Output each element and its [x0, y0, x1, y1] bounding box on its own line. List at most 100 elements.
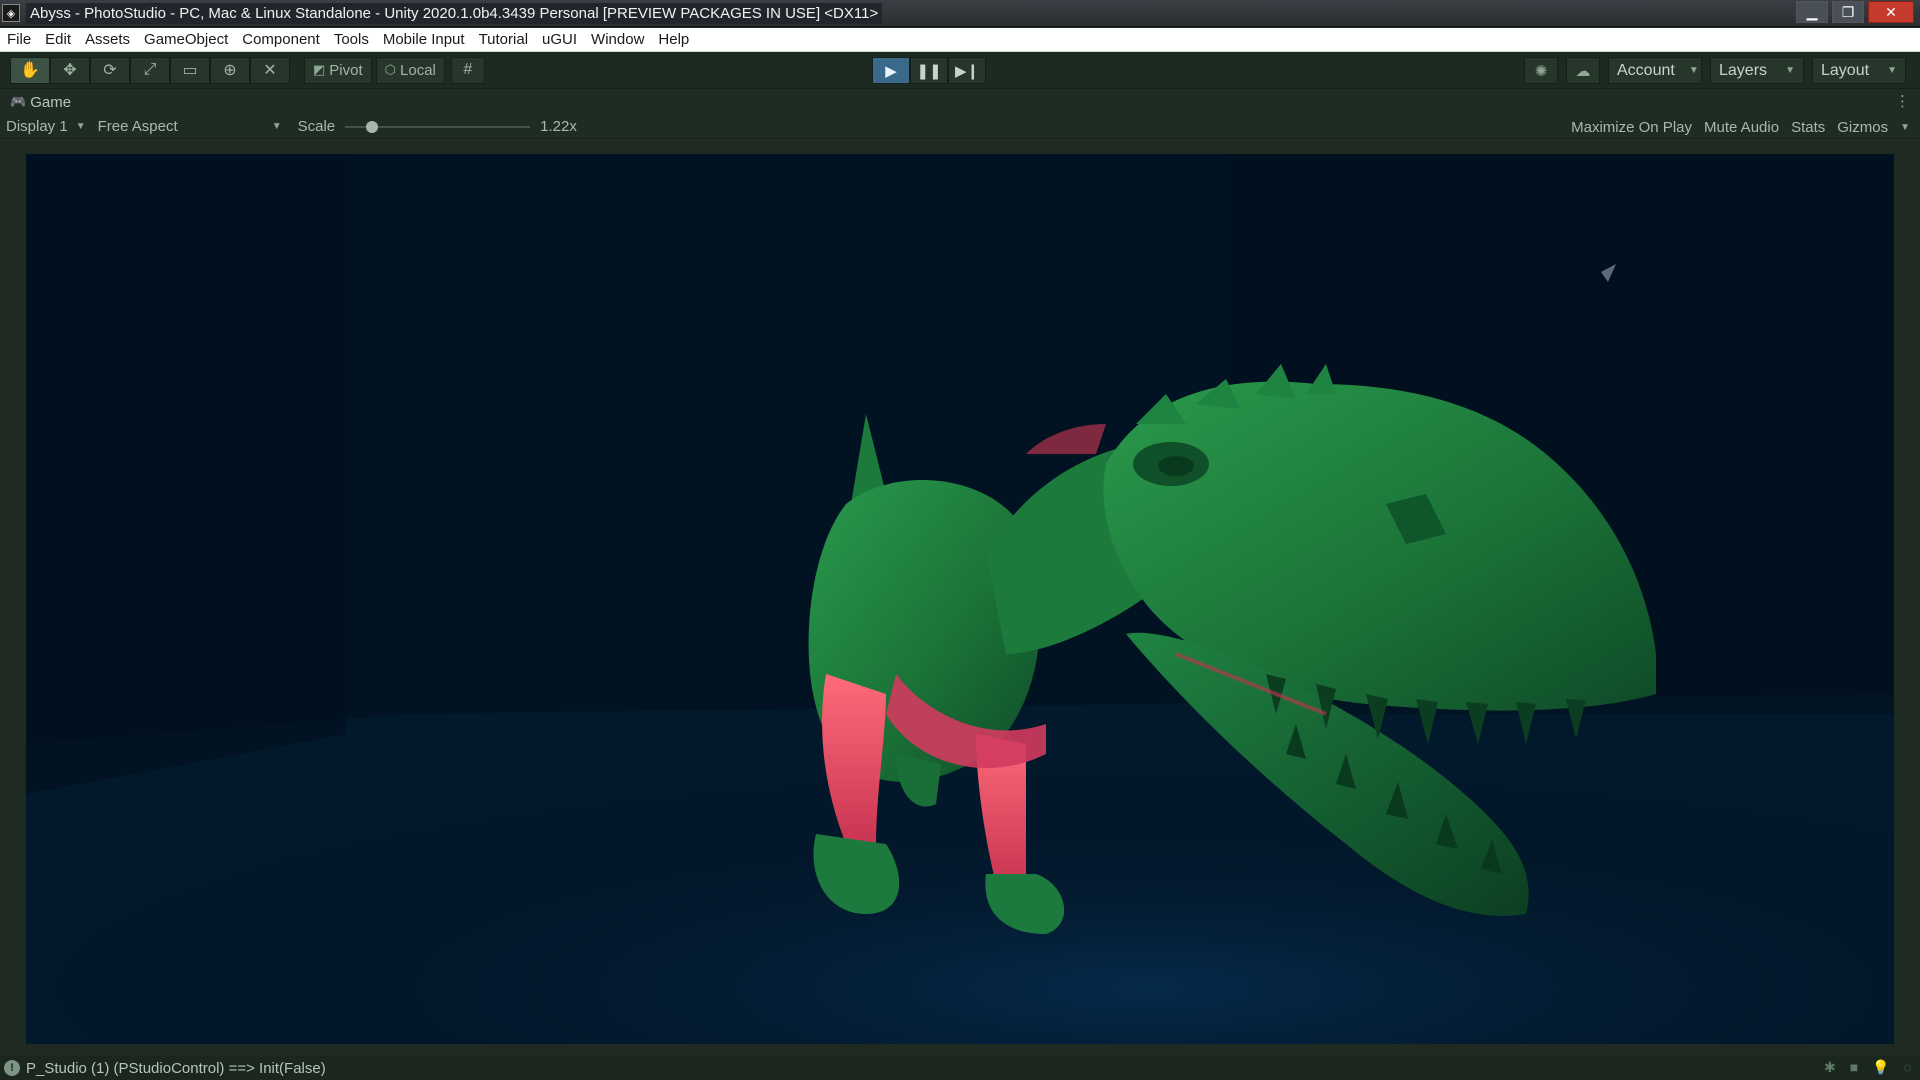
hand-tool-button[interactable]: ✋	[10, 56, 50, 84]
menu-assets[interactable]: Assets	[78, 28, 137, 52]
stats-toggle[interactable]: Stats	[1791, 119, 1825, 136]
layout-dropdown[interactable]: Layout ▼	[1812, 57, 1906, 84]
gizmos-toggle[interactable]: Gizmos	[1837, 119, 1888, 136]
mute-audio-toggle[interactable]: Mute Audio	[1704, 119, 1779, 136]
custom-tool-button[interactable]: ✕	[250, 56, 290, 84]
chevron-down-icon: ▼	[1688, 65, 1699, 76]
gamepad-icon: 🎮	[10, 94, 27, 109]
collab-button[interactable]: ✺	[1524, 57, 1558, 84]
hand-icon: ✋	[20, 62, 40, 79]
pause-icon: ❚❚	[916, 62, 942, 80]
scale-tool-button[interactable]: ⤢	[130, 56, 170, 84]
transform-tools: ✋ ✥ ⟳ ⤢ ▭ ⊕ ✕	[10, 56, 290, 84]
restore-icon: ❐	[1841, 3, 1855, 20]
tab-game[interactable]: 🎮 Game	[0, 94, 71, 111]
maximize-on-play-toggle[interactable]: Maximize On Play	[1571, 119, 1692, 136]
toolbar-right: ✺ ☁ Account ▼ Layers ▼ Layout ▼	[1524, 57, 1906, 84]
scene-render	[26, 154, 1894, 1044]
display-label: Display 1	[6, 118, 68, 135]
unity-logo-icon: ◈	[2, 4, 20, 22]
minimize-button[interactable]: ▁	[1796, 1, 1828, 23]
grid-icon: #	[463, 61, 473, 78]
info-icon: !	[4, 1060, 20, 1076]
rect-tool-button[interactable]: ▭	[170, 56, 210, 84]
scale-label: Scale	[297, 118, 336, 135]
menu-tools[interactable]: Tools	[327, 28, 376, 52]
transform-tool-button[interactable]: ⊕	[210, 56, 250, 84]
playback-controls: ▶ ❚❚ ▶❙	[872, 57, 986, 84]
menu-gameobject[interactable]: GameObject	[137, 28, 235, 52]
menu-component[interactable]: Component	[235, 28, 327, 52]
window-titlebar: ◈ Abyss - PhotoStudio - PC, Mac & Linux …	[0, 0, 1920, 27]
left-wall	[26, 154, 346, 794]
transform-icon: ⊕	[223, 62, 237, 79]
light-bulb-icon[interactable]: 💡	[1872, 1059, 1889, 1076]
status-bar: ! P_Studio (1) (PStudioControl) ==> Init…	[0, 1056, 1920, 1080]
scale-slider[interactable]	[345, 119, 531, 135]
chevron-down-icon: ▼	[75, 121, 86, 132]
minimize-icon: ▁	[1806, 3, 1818, 20]
progress-icon[interactable]: ■	[1850, 1059, 1858, 1076]
chevron-down-icon: ▼	[1785, 65, 1795, 76]
scale-slider-thumb[interactable]	[366, 120, 379, 133]
tab-game-label: Game	[30, 93, 72, 111]
display-dropdown[interactable]: Display 1 ▼	[0, 118, 92, 135]
aspect-dropdown[interactable]: Free Aspect ▼	[92, 118, 288, 135]
bug-icon[interactable]: ✱	[1824, 1059, 1836, 1076]
menu-help[interactable]: Help	[651, 28, 696, 52]
step-button[interactable]: ▶❙	[948, 57, 986, 84]
gizmos-chevron-down-icon[interactable]: ▼	[1900, 122, 1910, 133]
move-icon: ✥	[63, 62, 77, 79]
local-toggle[interactable]: ⬡ Local	[375, 56, 445, 84]
rect-icon: ▭	[182, 62, 198, 79]
tab-menu-icon[interactable]: ⋮	[1895, 92, 1910, 110]
account-label: Account	[1617, 61, 1675, 79]
menu-file[interactable]: File	[0, 28, 38, 52]
pivot-icon: ◩	[313, 62, 326, 77]
maximize-button[interactable]: ❐	[1832, 1, 1864, 23]
scale-value: 1.22x	[540, 118, 577, 135]
grid-snap-button[interactable]: #	[450, 56, 485, 84]
layers-dropdown[interactable]: Layers ▼	[1710, 57, 1804, 84]
layout-label: Layout	[1821, 61, 1870, 79]
pivot-label: Pivot	[329, 61, 363, 79]
collab-icon: ✺	[1534, 62, 1548, 80]
play-icon: ▶	[885, 62, 897, 80]
game-viewport[interactable]	[26, 154, 1894, 1044]
menu-mobile-input[interactable]: Mobile Input	[376, 28, 472, 52]
chevron-down-icon: ▼	[1887, 65, 1897, 76]
play-button[interactable]: ▶	[872, 57, 910, 84]
account-dropdown[interactable]: Account ▼	[1608, 57, 1702, 84]
game-view-controls: Display 1 ▼ Free Aspect ▼ Scale 1.22x Ma…	[0, 115, 1920, 139]
pause-button[interactable]: ❚❚	[910, 57, 948, 84]
menu-edit[interactable]: Edit	[38, 28, 78, 52]
game-view-toggles: Maximize On Play Mute Audio Stats Gizmos…	[1571, 115, 1910, 139]
menu-window[interactable]: Window	[584, 28, 651, 52]
scale-icon: ⤢	[143, 61, 157, 78]
aspect-label: Free Aspect	[97, 118, 178, 135]
step-icon: ▶❙	[954, 62, 980, 80]
window-controls: ▁ ❐ ✕	[1796, 1, 1914, 23]
menu-ugui[interactable]: uGUI	[535, 28, 584, 52]
cube-icon: ⬡	[384, 62, 397, 77]
status-right-icons: ✱ ■ 💡 ◌	[1824, 1059, 1912, 1076]
close-button[interactable]: ✕	[1868, 1, 1914, 23]
menu-tutorial[interactable]: Tutorial	[472, 28, 535, 52]
chevron-down-icon: ▼	[271, 121, 282, 132]
rotate-tool-button[interactable]: ⟳	[90, 56, 130, 84]
scale-control: Scale 1.22x	[298, 118, 577, 135]
game-tab-strip: 🎮 Game ⋮	[0, 90, 1920, 114]
status-message[interactable]: P_Studio (1) (PStudioControl) ==> Init(F…	[26, 1060, 326, 1077]
layers-label: Layers	[1719, 61, 1768, 79]
move-tool-button[interactable]: ✥	[50, 56, 90, 84]
local-label: Local	[400, 61, 436, 79]
cloud-button[interactable]: ☁	[1566, 57, 1600, 84]
menu-bar: File Edit Assets GameObject Component To…	[0, 28, 1920, 52]
pivot-toggle[interactable]: ◩ Pivot	[304, 56, 372, 84]
window-title: Abyss - PhotoStudio - PC, Mac & Linux St…	[26, 2, 883, 24]
custom-tool-icon: ✕	[263, 62, 277, 79]
close-icon: ✕	[1885, 3, 1897, 20]
spinner-icon[interactable]: ◌	[1904, 1059, 1912, 1076]
rotate-icon: ⟳	[103, 62, 117, 79]
main-toolbar: ✋ ✥ ⟳ ⤢ ▭ ⊕ ✕ ◩ Pivot ⬡ Local # ▶ ❚❚ ▶❙ …	[0, 52, 1920, 89]
